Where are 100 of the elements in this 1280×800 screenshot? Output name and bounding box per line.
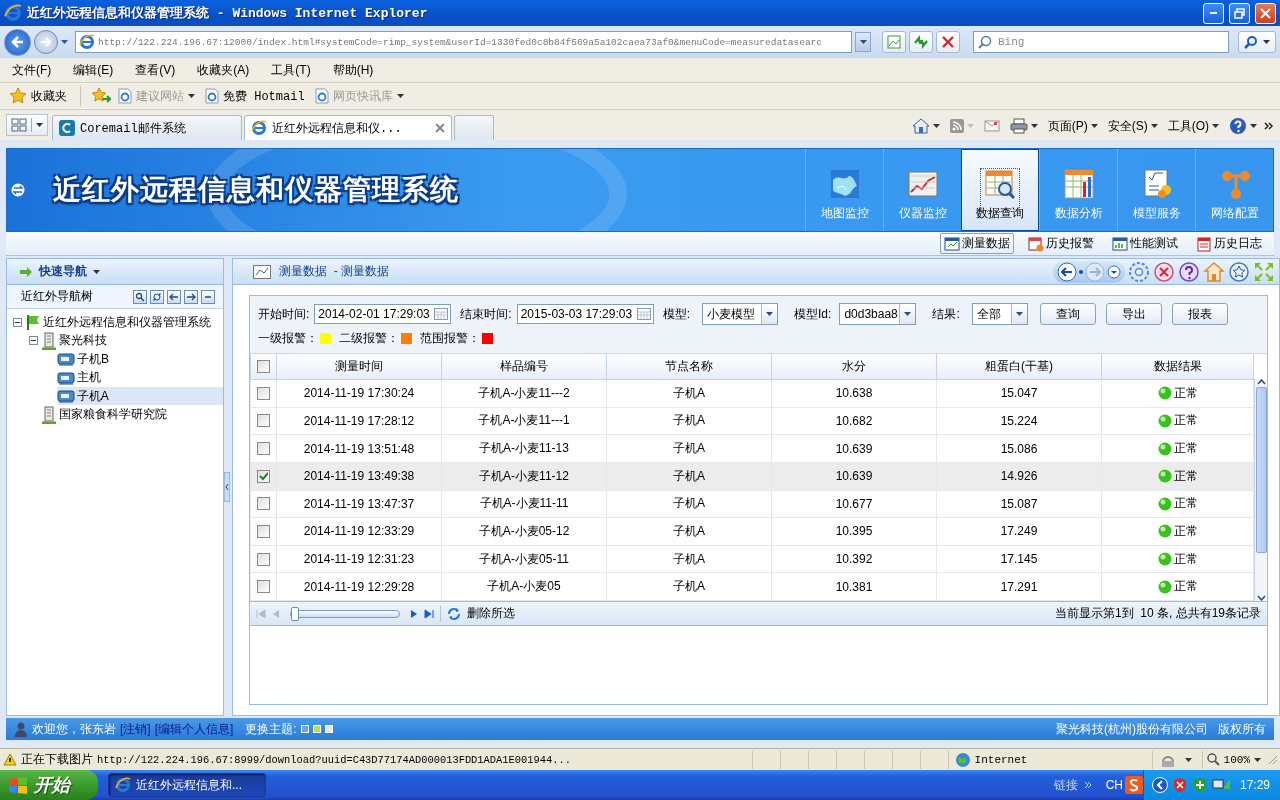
column-header[interactable]: 节点名称 — [606, 354, 772, 380]
more-chevron-icon[interactable] — [1264, 122, 1274, 130]
theme-swatch[interactable] — [312, 725, 321, 733]
query-button[interactable]: 查询 — [1039, 303, 1096, 325]
column-header[interactable]: 水分 — [771, 354, 937, 380]
tree-node[interactable]: 子机A — [56, 387, 223, 406]
next-page-icon[interactable] — [410, 608, 418, 619]
language-indicator[interactable]: CH — [1105, 778, 1123, 792]
address-field[interactable]: http://122.224.196.67:12000/index.html#systemCode=rimp_system&userId=1330fed0c8b84f569a5a102caea73af0&menuCode=measuredatasearc — [75, 31, 852, 53]
shield-icon[interactable] — [1171, 777, 1188, 793]
tree-node[interactable]: 主机 — [57, 368, 105, 387]
restore-button[interactable] — [1229, 2, 1250, 24]
shield-icon[interactable] — [1191, 777, 1208, 793]
collapse-header-button[interactable] — [11, 183, 25, 197]
add-favorite-icon[interactable] — [91, 87, 111, 105]
menu-item[interactable]: 编辑(E) — [65, 60, 122, 80]
close-button[interactable] — [1153, 260, 1175, 283]
settings-button[interactable] — [1128, 260, 1150, 283]
date-field[interactable]: 2015-03-03 17:29:03 — [516, 304, 654, 324]
links-toolbar-label[interactable]: 链接 — [1053, 776, 1078, 794]
expand-arrows-button[interactable] — [1253, 260, 1275, 283]
search-field[interactable]: Bing — [973, 31, 1229, 53]
address-dropdown-button[interactable] — [855, 32, 871, 52]
calendar-icon[interactable] — [434, 308, 449, 320]
report-button[interactable]: 报表 — [1171, 303, 1228, 325]
back-button[interactable] — [4, 28, 31, 56]
command-menu[interactable]: 安全(S) — [1104, 116, 1161, 136]
menu-item[interactable]: 查看(V) — [127, 60, 184, 80]
menu-item[interactable]: 收藏夹(A) — [189, 60, 258, 80]
theme-swatch[interactable] — [300, 725, 309, 733]
search-button[interactable] — [1238, 31, 1276, 53]
taskbar-button[interactable]: 近红外远程信息和... — [108, 773, 266, 797]
expand-tray-icon[interactable] — [1151, 777, 1168, 793]
column-header[interactable]: 数据结果 — [1101, 354, 1254, 380]
checkbox[interactable] — [257, 414, 270, 428]
checkbox[interactable] — [257, 524, 270, 538]
checkbox[interactable] — [257, 469, 270, 483]
checkbox[interactable] — [257, 442, 270, 456]
last-page-icon[interactable] — [424, 608, 434, 619]
tree-node[interactable]: 聚光科技 — [41, 331, 111, 350]
star-button[interactable] — [1228, 260, 1250, 283]
checkbox[interactable] — [257, 360, 270, 374]
slider-thumb[interactable] — [291, 606, 299, 621]
input-method-icon[interactable] — [1124, 776, 1143, 794]
checkbox[interactable] — [257, 497, 270, 511]
favorites-button[interactable]: 收藏夹 — [6, 85, 70, 107]
forward-button[interactable] — [34, 30, 58, 54]
tree-node[interactable]: 国家粮食科学研究院 — [41, 405, 171, 424]
tree-tool-button[interactable] — [184, 289, 198, 304]
calendar-icon[interactable] — [636, 308, 651, 320]
history-dropdown-button[interactable] — [1107, 264, 1121, 279]
collapse-icon[interactable] — [29, 336, 38, 346]
back-button[interactable] — [1057, 261, 1077, 282]
date-field[interactable]: 2014-02-01 17:29:03 — [314, 304, 452, 324]
command-menu[interactable]: 页面(P) — [1044, 116, 1101, 136]
sub-nav-tab[interactable]: 测量数据 — [940, 233, 1014, 254]
zoom-button[interactable]: 100% — [1202, 753, 1265, 766]
delete-selected-button[interactable]: 删除所选 — [447, 605, 515, 622]
sub-nav-tab[interactable]: 历史报警 — [1024, 233, 1098, 254]
tree-tool-button[interactable] — [133, 289, 147, 304]
model-id-dropdown[interactable]: d0d3baa8 — [839, 303, 917, 325]
column-header[interactable]: 样品编号 — [441, 354, 607, 380]
sub-nav-tab[interactable]: 性能测试 — [1108, 233, 1182, 254]
quick-tabs-button[interactable] — [6, 114, 48, 136]
column-header[interactable]: 测量时间 — [276, 354, 442, 380]
sub-nav-tab[interactable]: 历史日志 — [1192, 233, 1266, 254]
minimize-button[interactable] — [1203, 2, 1224, 24]
close-icon[interactable] — [435, 123, 445, 133]
collapse-icon[interactable] — [13, 317, 22, 327]
checkbox[interactable] — [257, 386, 270, 400]
page-slider[interactable] — [290, 609, 400, 618]
command-menu[interactable]: 工具(O) — [1164, 116, 1222, 136]
tree-node[interactable]: 子机B — [57, 350, 113, 369]
help-button[interactable] — [1178, 260, 1200, 283]
favorites-link[interactable]: 免费 Hotmail — [202, 85, 308, 107]
stop-button[interactable] — [936, 31, 960, 53]
collapse-handle-icon[interactable] — [224, 472, 230, 502]
column-header[interactable]: 粗蛋白(干基) — [936, 354, 1102, 380]
start-button[interactable]: 开始 — [0, 770, 98, 800]
link[interactable]: [编辑个人信息] — [154, 720, 234, 738]
menu-item[interactable]: 工具(T) — [263, 60, 319, 80]
checkbox[interactable] — [257, 552, 270, 566]
scrollbar[interactable] — [1254, 379, 1267, 601]
result-dropdown[interactable]: 全部 — [971, 303, 1028, 325]
theme-swatch[interactable] — [324, 725, 333, 733]
checkbox[interactable] — [257, 580, 270, 594]
menu-item[interactable]: 帮助(H) — [324, 60, 382, 80]
link[interactable]: [注销] — [120, 720, 151, 738]
tree-tool-button[interactable] — [167, 289, 181, 304]
refresh-button[interactable] — [909, 31, 933, 53]
tree-tool-button[interactable] — [150, 289, 164, 304]
export-button[interactable]: 导出 — [1105, 303, 1162, 325]
tree-node[interactable]: 近红外远程信息和仪器管理系统 — [25, 313, 215, 332]
menu-item[interactable]: 文件(F) — [4, 60, 60, 80]
browser-tab[interactable]: Coremail邮件系统 — [52, 115, 242, 140]
tree-tool-button[interactable] — [201, 289, 215, 304]
browser-tab[interactable]: 近红外远程信息和仪... — [244, 115, 452, 140]
model-dropdown[interactable]: 小麦模型 — [702, 303, 779, 325]
quick-nav-menu[interactable]: 快速导航 — [39, 263, 100, 280]
compatibility-button[interactable] — [882, 31, 906, 53]
